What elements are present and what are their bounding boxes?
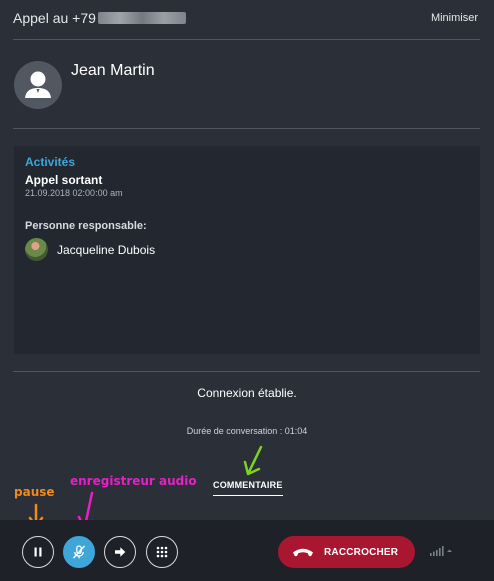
mic-off-icon (72, 545, 86, 559)
connection-status: Connexion établie. (197, 386, 297, 400)
minimize-button[interactable]: Minimiser (431, 12, 478, 24)
activity-panel: Activités Appel sortant 21.09.2018 02:00… (14, 146, 480, 354)
call-title-text: Appel au +79 (13, 10, 96, 26)
divider (13, 128, 480, 129)
responsible-avatar (25, 238, 48, 261)
header: Appel au +79 Minimiser (0, 0, 494, 40)
hangup-label: RACCROCHER (324, 546, 399, 558)
transfer-arrow-icon (115, 547, 126, 557)
pause-annotation: pause (14, 485, 55, 499)
pause-button[interactable] (22, 536, 54, 568)
call-window: Appel au +79 Minimiser Jean Martin Activ… (0, 0, 494, 581)
comment-arrow-icon (243, 445, 263, 476)
audio-recorder-button[interactable] (63, 536, 95, 568)
divider (13, 371, 480, 372)
activity-date: 21.09.2018 02:00:00 am (25, 188, 123, 198)
contact-avatar (14, 61, 62, 109)
call-controls: RACCROCHER (0, 520, 494, 581)
call-title: Appel au +79 (13, 10, 186, 26)
signal-icon[interactable] (430, 546, 454, 556)
divider (13, 39, 480, 40)
conversation-duration: Durée de conversation : 01:04 (186, 426, 308, 436)
phone-hangup-icon (293, 548, 313, 557)
dialpad-icon (156, 546, 168, 558)
dialpad-button[interactable] (146, 536, 178, 568)
responsible-name[interactable]: Jacqueline Dubois (57, 243, 155, 257)
redacted-number (97, 12, 186, 24)
recorder-annotation: enregistreur audio (70, 474, 197, 488)
contact-name: Jean Martin (71, 62, 155, 79)
activity-type: Appel sortant (25, 173, 103, 187)
transfer-button[interactable] (104, 536, 136, 568)
hangup-button[interactable]: RACCROCHER (278, 536, 415, 568)
responsible-label: Personne responsable: (25, 220, 147, 232)
comment-button[interactable]: COMMENTAIRE (213, 480, 283, 496)
pause-icon (34, 547, 42, 557)
user-silhouette-icon (25, 71, 51, 98)
activities-heading: Activités (25, 155, 76, 169)
